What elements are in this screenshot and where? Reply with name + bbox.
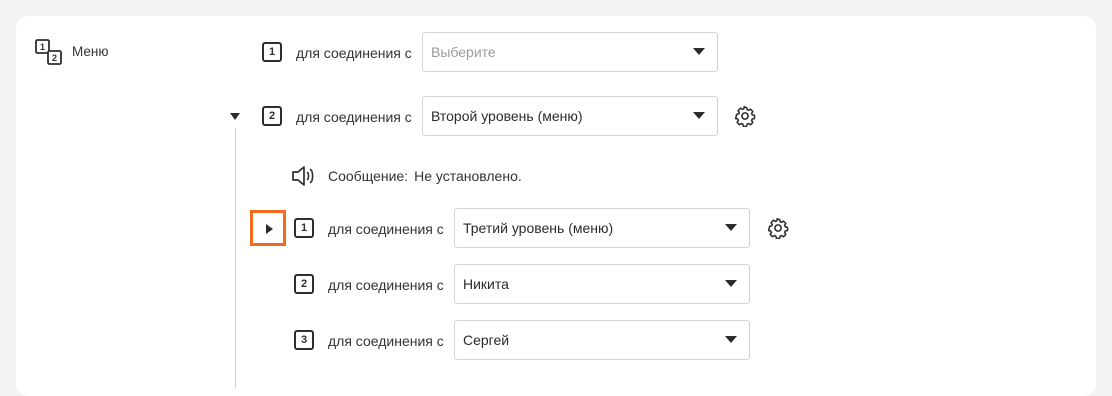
collapse-toggle[interactable] xyxy=(230,113,240,120)
gear-icon[interactable] xyxy=(767,217,789,239)
connection-select[interactable]: Выберите xyxy=(422,32,718,72)
connection-select-value: Сергей xyxy=(463,332,510,348)
connection-select[interactable]: Сергей xyxy=(454,320,750,360)
numbered-list-icon: 1 2 xyxy=(35,39,62,65)
expand-toggle[interactable] xyxy=(250,210,286,246)
option-connection-label: для соединения с xyxy=(328,221,444,237)
message-label: Сообщение: xyxy=(328,168,409,184)
option-connection-label: для соединения с xyxy=(296,45,412,61)
connection-select[interactable]: Второй уровень (меню) xyxy=(422,96,718,136)
caret-down-icon xyxy=(693,112,705,119)
caret-down-icon xyxy=(693,48,705,55)
option-connection-label: для соединения с xyxy=(328,333,444,349)
message-value: Не установлено. xyxy=(414,168,522,184)
message-status: Сообщение: Не установлено. xyxy=(328,168,522,184)
connection-select-value: Второй уровень (меню) xyxy=(431,108,583,124)
connection-select-value: Выберите xyxy=(431,44,496,60)
chevron-right-icon xyxy=(266,224,273,234)
menu-title: Меню xyxy=(72,44,109,59)
speaker-icon xyxy=(292,166,314,186)
option-connection-label: для соединения с xyxy=(328,277,444,293)
option-number-badge: 3 xyxy=(294,330,314,350)
tree-connector-line xyxy=(235,128,236,388)
caret-down-icon xyxy=(725,280,737,287)
option-number-badge: 1 xyxy=(262,42,282,62)
caret-down-icon xyxy=(725,224,737,231)
svg-text:2: 2 xyxy=(52,53,57,63)
option-number-badge: 1 xyxy=(294,218,314,238)
caret-down-icon xyxy=(725,336,737,343)
connection-select[interactable]: Никита xyxy=(454,264,750,304)
connection-select-value: Никита xyxy=(463,276,509,292)
option-number-badge: 2 xyxy=(262,106,282,126)
connection-select-value: Третий уровень (меню) xyxy=(463,220,614,236)
connection-select[interactable]: Третий уровень (меню) xyxy=(454,208,750,248)
option-connection-label: для соединения с xyxy=(296,109,412,125)
gear-icon[interactable] xyxy=(734,105,756,127)
svg-text:1: 1 xyxy=(40,42,45,52)
option-number-badge: 2 xyxy=(294,274,314,294)
